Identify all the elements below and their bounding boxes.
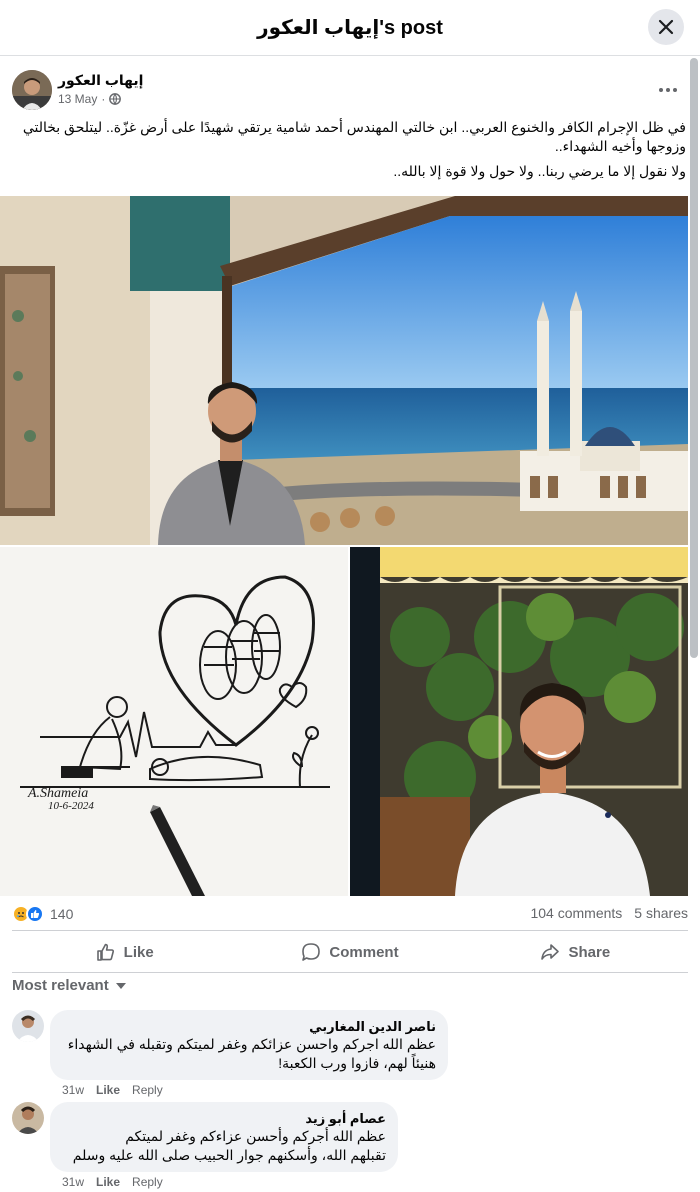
share-icon bbox=[541, 944, 560, 960]
caret-down-icon bbox=[115, 982, 126, 989]
post-photo-3[interactable] bbox=[350, 547, 688, 896]
comments-count[interactable]: 104 comments bbox=[530, 905, 622, 921]
dialog-title: إيهاب العكور's post bbox=[257, 17, 443, 39]
post-meta: 13 May · bbox=[58, 92, 122, 106]
commenter-name[interactable]: ناصر الدين المغاربي bbox=[62, 1018, 436, 1035]
more-icon bbox=[659, 88, 677, 92]
commenter-name[interactable]: عصام أبو زيد bbox=[62, 1110, 386, 1127]
reaction-count: 140 bbox=[50, 906, 74, 922]
like-label: Like bbox=[123, 943, 154, 961]
action-bar: Like Comment Share bbox=[12, 933, 688, 971]
share-label: Share bbox=[568, 943, 611, 961]
author-name[interactable]: إيهاب العكور bbox=[58, 72, 143, 89]
post-text: في ظل الإجرام الكافر والخنوع العربي.. اب… bbox=[14, 118, 686, 187]
drawing-date: 10-6-2024 bbox=[48, 800, 94, 812]
comment-like-button[interactable]: Like bbox=[96, 1083, 120, 1097]
comment-label: Comment bbox=[329, 943, 399, 961]
post-text-line-1: في ظل الإجرام الكافر والخنوع العربي.. اب… bbox=[22, 119, 686, 154]
close-icon bbox=[658, 19, 674, 35]
scrollbar[interactable] bbox=[690, 58, 698, 1188]
comment-sort-dropdown[interactable]: Most relevant bbox=[12, 977, 127, 994]
comment-text-line-1: عظم الله أجركم وأحسن عزاءكم وغفر لميتكم bbox=[125, 1128, 386, 1144]
like-button[interactable]: Like bbox=[12, 933, 237, 971]
shares-count[interactable]: 5 shares bbox=[634, 905, 688, 921]
post-date[interactable]: 13 May bbox=[58, 92, 97, 106]
divider-top bbox=[12, 930, 688, 931]
comment-reply-button[interactable]: Reply bbox=[132, 1083, 163, 1097]
like-reaction-icon bbox=[26, 905, 44, 923]
comment-like-button[interactable]: Like bbox=[96, 1175, 120, 1189]
post-header: إيهاب العكور 13 May · bbox=[12, 68, 688, 112]
comment-text-line-2: هنيئاً لهم، فازوا ورب الكعبة! bbox=[278, 1055, 436, 1071]
comment-icon bbox=[302, 943, 321, 961]
close-button[interactable] bbox=[648, 9, 684, 45]
comment-text-line-2: تقبلهم الله، وأسكنهم جوار الحبيب صلى الل… bbox=[72, 1147, 386, 1163]
thumbs-up-icon bbox=[96, 943, 114, 961]
author-avatar[interactable] bbox=[12, 70, 52, 110]
globe-icon bbox=[109, 93, 122, 105]
divider-bottom bbox=[12, 972, 688, 973]
comment-reply-button[interactable]: Reply bbox=[132, 1175, 163, 1189]
commenter-avatar[interactable] bbox=[12, 1102, 44, 1134]
dialog-header: إيهاب العكور's post bbox=[0, 0, 700, 56]
comment-time[interactable]: 31w bbox=[62, 1175, 84, 1189]
share-button[interactable]: Share bbox=[463, 933, 688, 971]
comment-button[interactable]: Comment bbox=[237, 933, 462, 971]
post-photo-1[interactable] bbox=[0, 196, 688, 545]
drawing-signature: A.Shameia bbox=[27, 786, 88, 801]
comment-time[interactable]: 31w bbox=[62, 1083, 84, 1097]
commenter-avatar[interactable] bbox=[12, 1010, 44, 1042]
post-text-line-2: ولا نقول إلا ما يرضي ربنا.. ولا حول ولا … bbox=[393, 163, 686, 179]
more-options-button[interactable] bbox=[654, 76, 682, 104]
scroll-thumb[interactable] bbox=[690, 58, 698, 658]
reactions-summary[interactable]: 140 104 comments 5 shares bbox=[12, 902, 688, 926]
sort-label: Most relevant bbox=[12, 977, 109, 994]
meta-separator: · bbox=[101, 92, 106, 106]
post-photo-2[interactable]: A.Shameia 10-6-2024 bbox=[0, 547, 348, 896]
comment-text-line-1: عظم الله اجركم واحسن عزائكم وغفر لميتكم … bbox=[67, 1036, 436, 1052]
comment-bubble: عصام أبو زيد عظم الله أجركم وأحسن عزاءكم… bbox=[50, 1102, 398, 1172]
comment-bubble: ناصر الدين المغاربي عظم الله اجركم واحسن… bbox=[50, 1010, 448, 1080]
